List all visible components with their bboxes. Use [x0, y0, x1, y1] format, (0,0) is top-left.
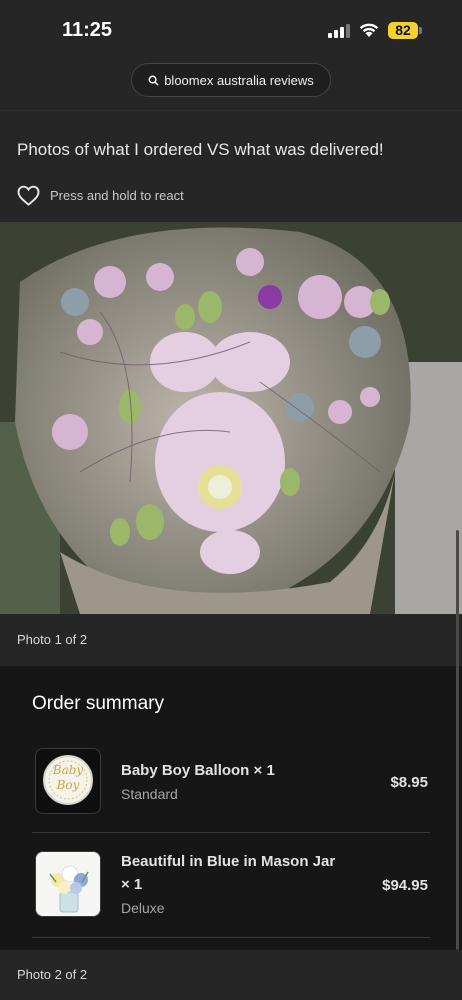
photo-2-caption: Photo 2 of 2	[17, 967, 88, 982]
order-summary-title: Order summary	[32, 693, 164, 714]
photo-1-caption: Photo 1 of 2	[17, 632, 88, 647]
order-item-mason-jar: Beautiful in Blue in Mason Jar × 1 Delux…	[32, 833, 430, 938]
battery-icon: 82	[388, 22, 418, 39]
order-item-price: $8.95	[390, 774, 428, 791]
heart-icon	[17, 185, 40, 206]
scrollbar[interactable]	[456, 530, 459, 950]
battery-tip	[419, 27, 422, 34]
signal-icon	[328, 24, 350, 38]
search-query-text: bloomex australia reviews	[164, 72, 314, 88]
wifi-icon	[359, 23, 379, 37]
order-item-price: $94.95	[382, 877, 428, 894]
balloon-thumbnail: Baby Boy	[35, 748, 101, 814]
mason-jar-thumbnail	[35, 851, 101, 917]
react-label: Press and hold to react	[50, 188, 184, 203]
mason-jar-image	[36, 852, 100, 916]
status-time: 11:25	[62, 19, 113, 41]
order-item-name: Beautiful in Blue in Mason Jar × 1	[121, 853, 336, 893]
post-title: Photos of what I ordered VS what was del…	[17, 140, 384, 159]
react-button[interactable]: Press and hold to react	[17, 185, 184, 206]
search-icon	[148, 75, 159, 86]
status-bar: 11:25 82	[0, 0, 462, 62]
order-item-name: Baby Boy Balloon × 1	[121, 762, 275, 779]
balloon-thumbnail-text: Baby Boy	[52, 763, 84, 792]
order-item-variant: Standard	[121, 786, 178, 802]
order-item-balloon: Baby Boy Baby Boy Balloon × 1 Standard $…	[32, 739, 430, 833]
post-photo-bouquet[interactable]	[0, 222, 462, 614]
search-query-pill[interactable]: bloomex australia reviews	[131, 63, 331, 97]
order-item-variant: Deluxe	[121, 900, 165, 916]
bouquet-photo-graphic	[0, 222, 462, 614]
